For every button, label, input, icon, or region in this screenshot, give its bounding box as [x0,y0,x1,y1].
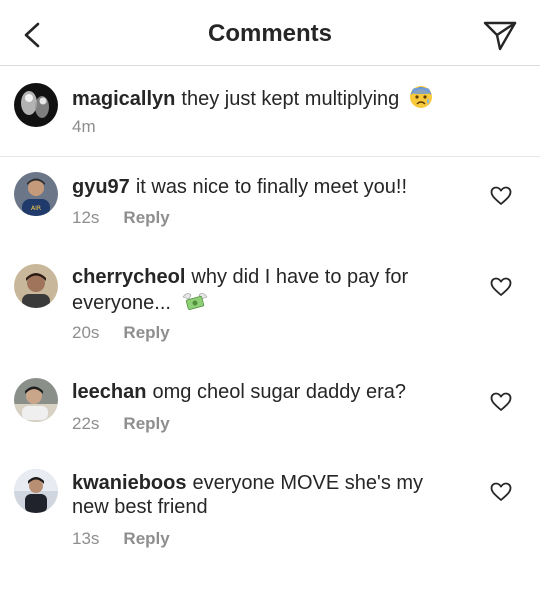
like-button[interactable] [490,277,512,297]
like-button[interactable] [490,186,512,206]
avatar[interactable] [14,264,58,308]
caption-username[interactable]: magicallyn [72,88,175,110]
avatar[interactable] [14,469,58,513]
like-button[interactable] [490,392,512,412]
comment-username[interactable]: leechan [72,381,146,403]
svg-text:AIR: AIR [31,205,41,212]
comment-text: leechan omg cheol sugar daddy era? [72,380,406,404]
comment-body-line1: everyone MOVE she's my [192,472,424,494]
comment-meta: 13s Reply [72,529,170,549]
comment-username[interactable]: gyu97 [72,176,130,198]
heart-icon [490,186,512,205]
comment-body-line2: new best friend [72,496,208,518]
avatar[interactable]: AIR [14,172,58,216]
money-with-wings-emoji-icon [181,289,209,319]
heart-icon [490,482,512,501]
caption-time: 4m [72,117,96,136]
paper-plane-icon [483,21,517,51]
comment-body-line1: why did I have to pay for [191,266,409,288]
reply-button[interactable]: Reply [123,323,169,342]
caption-body: they just kept multiplying [181,88,400,110]
heart-icon [490,277,512,296]
caption: magicallyn they just kept multiplying 4m [0,67,540,157]
comment-body: omg cheol sugar daddy era? [152,381,406,403]
comment-meta: 20s Reply [72,323,170,343]
comment-time: 13s [72,529,100,548]
comment-time: 12s [72,208,100,227]
reply-button[interactable]: Reply [123,529,169,548]
comment-meta: 22s Reply [72,414,170,434]
comment-text: kwanieboos everyone MOVE she's my new bes… [72,471,423,519]
comment-time: 22s [72,414,100,433]
header: Comments [0,0,540,66]
comment-time: 20s [72,323,100,342]
comment-text: gyu97 it was nice to finally meet you!! [72,175,407,199]
comment-body-line2: everyone... [72,292,171,314]
page-title: Comments [207,20,333,47]
avatar[interactable] [14,83,58,127]
reply-button[interactable]: Reply [123,414,169,433]
caption-text: magicallyn they just kept multiplying [72,85,433,115]
avatar[interactable] [14,378,58,422]
comment-text: cherrycheol why did I have to pay for eve… [72,265,408,319]
reply-button[interactable]: Reply [123,208,169,227]
comment-username[interactable]: cherrycheol [72,266,185,288]
like-button[interactable] [490,482,512,502]
comment-username[interactable]: kwanieboos [72,472,186,494]
comment-body: it was nice to finally meet you!! [135,176,408,198]
comment-meta: 12s Reply [72,208,170,228]
send-button[interactable] [482,18,518,52]
heart-icon [490,392,512,411]
anxious-face-emoji-icon [409,85,433,115]
